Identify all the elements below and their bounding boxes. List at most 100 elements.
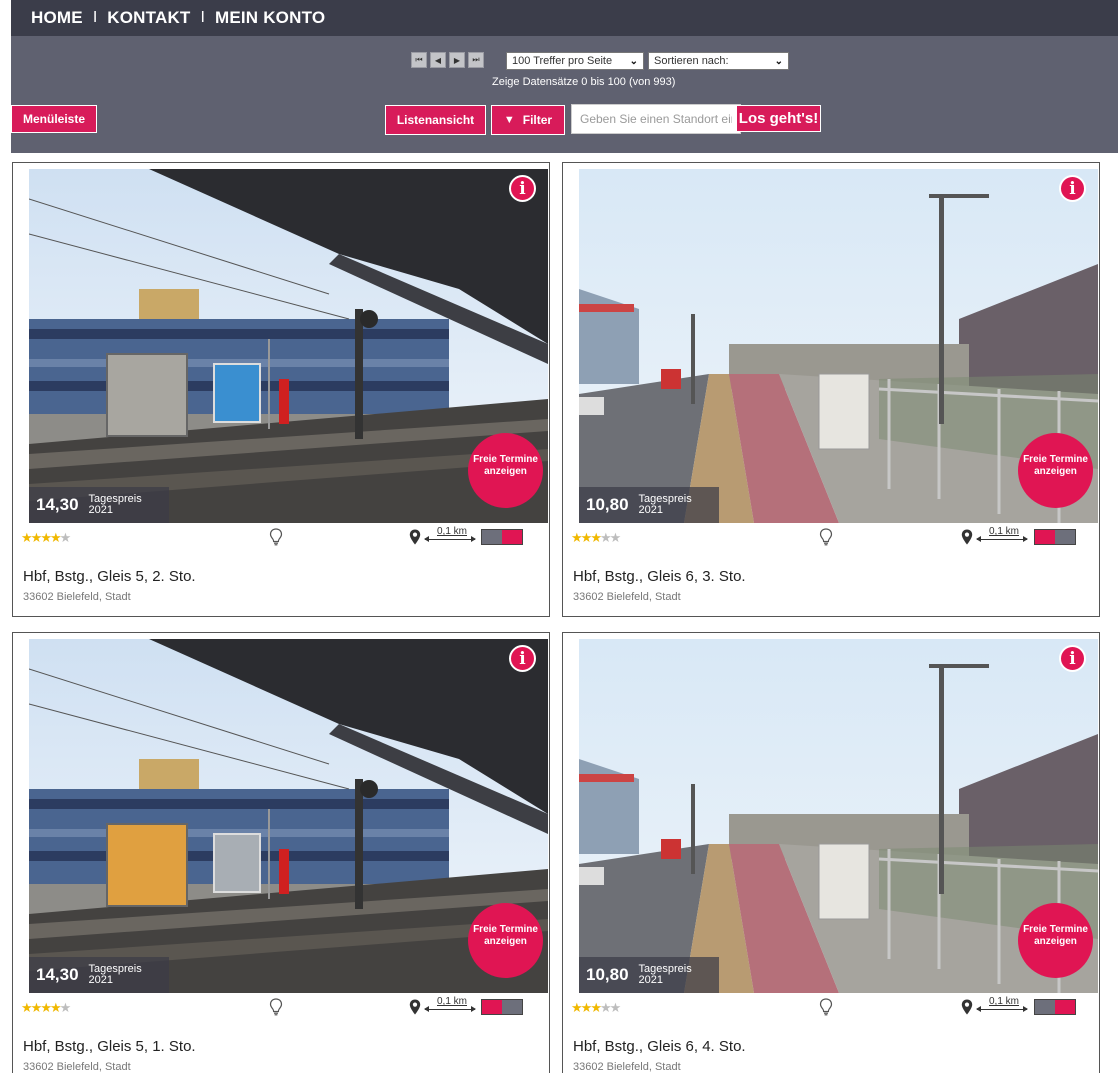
last-page-icon: ⏭ (472, 55, 480, 64)
show-free-dates-button[interactable]: Freie Termine anzeigen (468, 903, 543, 978)
star-icon: ★ (40, 1000, 52, 1015)
star-icon: ★ (599, 530, 612, 545)
price-year: 2021 (88, 974, 114, 986)
card-location: 33602 Bielefeld, Stadt (573, 591, 681, 603)
rating-stars: ★★★★★ (21, 530, 71, 546)
location-photo[interactable]: i Freie Termine anzeigen 14,30 Tagesprei… (29, 169, 548, 523)
first-page-icon: ⏮ (415, 55, 423, 64)
sort-select[interactable]: Sortieren nach: ⌄ (648, 52, 789, 70)
star-icon: ★ (590, 1000, 602, 1015)
card-location: 33602 Bielefeld, Stadt (23, 591, 131, 603)
info-button[interactable]: i (1059, 175, 1086, 202)
show-free-dates-button[interactable]: Freie Termine anzeigen (1018, 433, 1093, 508)
price-year: 2021 (638, 974, 664, 986)
card-location: 33602 Bielefeld, Stadt (23, 1061, 131, 1073)
price-box: 10,80 Tagespreis 2021 (579, 957, 719, 993)
records-info: Zeige Datensätze 0 bis 100 (von 993) (492, 76, 676, 88)
go-button[interactable]: Los geht's! (736, 105, 821, 132)
sort-value: Sortieren nach: (654, 55, 729, 67)
price-label: Tagespreis 2021 (639, 964, 692, 986)
info-button[interactable]: i (509, 645, 536, 672)
free-dates-label: anzeigen (484, 935, 527, 947)
card-title[interactable]: Hbf, Bstg., Gleis 6, 4. Sto. (573, 1038, 746, 1055)
list-view-button[interactable]: Listenansicht (385, 105, 486, 135)
distance-indicator: 0,1 km (424, 526, 476, 545)
price-year: 2021 (88, 504, 114, 516)
nav-kontakt[interactable]: KONTAKT (107, 8, 190, 28)
star-icon: ★ (590, 530, 602, 545)
lightbulb-icon (269, 528, 283, 546)
location-card[interactable]: i Freie Termine anzeigen 14,30 Tagesprei… (12, 632, 550, 1073)
price-label: Tagespreis 2021 (639, 494, 692, 516)
card-title[interactable]: Hbf, Bstg., Gleis 6, 3. Sto. (573, 568, 746, 585)
star-icon: ★ (609, 1000, 622, 1015)
location-card[interactable]: i Freie Termine anzeigen 10,80 Tagesprei… (562, 162, 1100, 617)
free-dates-label: Freie Termine (1023, 453, 1088, 465)
nav-home[interactable]: HOME (31, 8, 83, 28)
map-pin-icon (961, 529, 973, 545)
info-icon: i (519, 648, 526, 669)
location-card[interactable]: i Freie Termine anzeigen 10,80 Tagesprei… (562, 632, 1100, 1073)
chevron-down-icon: ⌄ (629, 55, 638, 67)
location-search-input[interactable] (571, 104, 741, 134)
distance-label: 0,1 km (989, 996, 1020, 1007)
next-page-button[interactable]: ▶ (449, 52, 465, 68)
location-photo[interactable]: i Freie Termine anzeigen 10,80 Tagesprei… (579, 639, 1098, 993)
price: 14,30 (36, 495, 79, 514)
star-icon: ★ (30, 1000, 43, 1015)
location-photo[interactable]: i Freie Termine anzeigen 14,30 Tagesprei… (29, 639, 548, 993)
location-card[interactable]: i Freie Termine anzeigen 14,30 Tagesprei… (12, 162, 550, 617)
meta-row: ★★★★★ 0,1 km (571, 996, 1093, 1018)
card-title[interactable]: Hbf, Bstg., Gleis 5, 1. Sto. (23, 1038, 196, 1055)
toolbar: ⏮ ◀ ▶ ⏭ 100 Treffer pro Seite ⌄ Sortiere… (11, 36, 1118, 153)
facing-segment (482, 1000, 502, 1014)
facing-direction-icon (1034, 999, 1076, 1015)
rating-stars: ★★★★★ (571, 1000, 622, 1016)
info-button[interactable]: i (1059, 645, 1086, 672)
location-photo[interactable]: i Freie Termine anzeigen 10,80 Tagesprei… (579, 169, 1098, 523)
facing-segment (1035, 1000, 1055, 1014)
first-page-button[interactable]: ⏮ (411, 52, 427, 68)
pager: ⏮ ◀ ▶ ⏭ (411, 52, 484, 68)
show-free-dates-button[interactable]: Freie Termine anzeigen (468, 433, 543, 508)
info-button[interactable]: i (509, 175, 536, 202)
nav-separator: I (200, 9, 205, 26)
free-dates-label: anzeigen (1034, 935, 1077, 947)
free-dates-label: Freie Termine (473, 453, 538, 465)
star-icon: ★ (21, 530, 33, 545)
info-icon: i (519, 178, 526, 199)
facing-segment (1055, 530, 1075, 544)
star-icon: ★ (571, 530, 583, 545)
last-page-button[interactable]: ⏭ (468, 52, 484, 68)
price-box: 14,30 Tagespreis 2021 (29, 487, 169, 523)
nav-mein-konto[interactable]: MEIN KONTO (215, 8, 325, 28)
facing-direction-icon (1034, 529, 1076, 545)
prev-page-icon: ◀ (434, 55, 442, 65)
distance-indicator: 0,1 km (976, 526, 1028, 545)
filter-icon: ▼ (503, 114, 515, 126)
card-location: 33602 Bielefeld, Stadt (573, 1061, 681, 1073)
show-free-dates-button[interactable]: Freie Termine anzeigen (1018, 903, 1093, 978)
prev-page-button[interactable]: ◀ (430, 52, 446, 68)
menu-button[interactable]: Menüleiste (11, 105, 97, 133)
per-page-select[interactable]: 100 Treffer pro Seite ⌄ (506, 52, 644, 70)
price-year: 2021 (638, 504, 664, 516)
facing-segment (502, 530, 522, 544)
meta-row: ★★★★★ 0,1 km (571, 526, 1093, 548)
map-pin-icon (961, 999, 973, 1015)
rating-stars: ★★★★★ (571, 530, 621, 546)
price-label: Tagespreis 2021 (89, 494, 142, 516)
free-dates-label: anzeigen (1034, 465, 1077, 477)
price-box: 14,30 Tagespreis 2021 (29, 957, 169, 993)
next-page-icon: ▶ (453, 55, 461, 65)
star-icon: ★ (580, 1000, 593, 1015)
per-page-value: 100 Treffer pro Seite (512, 55, 613, 67)
info-icon: i (1069, 648, 1076, 669)
filter-button[interactable]: ▼ Filter (491, 105, 565, 135)
star-icon: ★ (30, 530, 43, 545)
free-dates-label: Freie Termine (473, 923, 538, 935)
card-title[interactable]: Hbf, Bstg., Gleis 5, 2. Sto. (23, 568, 196, 585)
filter-button-label: Filter (522, 113, 553, 127)
facing-direction-icon (481, 999, 523, 1015)
price: 14,30 (36, 965, 79, 984)
